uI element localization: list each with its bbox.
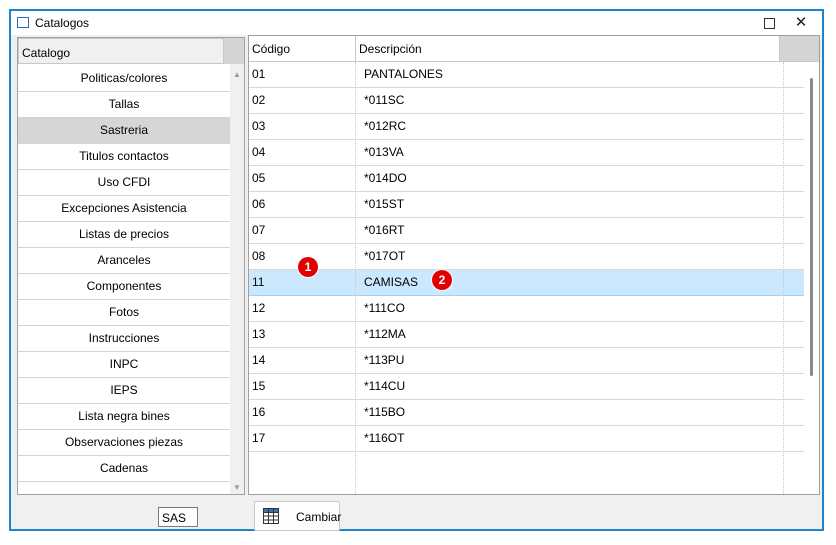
cell-codigo[interactable]: 13 [252,322,352,347]
cell-codigo[interactable]: 02 [252,88,352,113]
column-divider [783,62,784,494]
cell-descripcion[interactable]: *015ST [364,192,664,217]
window-title: Catalogos [35,16,90,30]
table-row[interactable]: 03 *012RC [249,114,804,140]
table-row[interactable]: 05 *014DO [249,166,804,192]
catalog-list-item[interactable]: Excepciones Asistencia [18,196,230,222]
table-row[interactable]: 06 *015ST [249,192,804,218]
cambiar-button-label: Cambiar [296,510,342,524]
table-row[interactable]: 17 *116OT [249,426,804,452]
catalog-list-item[interactable]: Lista negra bines [18,404,230,430]
grid-scrollbar[interactable] [804,62,819,494]
catalog-list-item[interactable]: Aranceles [18,248,230,274]
table-row[interactable]: 15 *114CU [249,374,804,400]
cell-descripcion[interactable]: *115BO [364,400,664,425]
column-divider [355,62,356,494]
scroll-up-icon[interactable]: ▲ [233,70,241,79]
catalog-list-item[interactable]: INPC [18,352,230,378]
catalog-header-filler [224,38,244,64]
cell-descripcion[interactable]: *014DO [364,166,664,191]
grid-header: Código Descripción [249,36,819,62]
close-icon: ✕ [794,14,808,31]
cell-codigo[interactable]: 14 [252,348,352,373]
grid-table-icon [263,508,279,524]
column-header-descripcion[interactable]: Descripción [356,36,780,62]
cell-codigo[interactable]: 12 [252,296,352,321]
cell-descripcion[interactable]: *012RC [364,114,664,139]
cell-codigo[interactable]: 15 [252,374,352,399]
table-row[interactable]: 08 *017OT [249,244,804,270]
catalog-list-item[interactable]: Tallas [18,92,230,118]
cell-codigo[interactable]: 04 [252,140,352,165]
catalog-list-item[interactable] [18,482,230,494]
window-icon [17,17,29,28]
table-row[interactable]: 04 *013VA [249,140,804,166]
scroll-down-icon[interactable]: ▼ [233,483,241,492]
annotation-badge-1: 1 [298,257,318,277]
catalog-list-item[interactable]: Politicas/colores [18,66,230,92]
grid-scrollbar-thumb[interactable] [810,78,813,376]
table-row[interactable]: 13 *112MA [249,322,804,348]
catalog-list-item[interactable]: Sastreria [18,118,230,144]
maximize-button[interactable] [756,13,782,33]
cell-descripcion[interactable]: *113PU [364,348,664,373]
cell-descripcion[interactable]: CAMISAS [364,270,664,295]
maximize-icon [763,18,775,29]
catalog-list-panel: Catalogo Politicas/colores Tallas Sastreri… [17,37,245,495]
table-row[interactable]: 16 *115BO [249,400,804,426]
cell-descripcion[interactable]: PANTALONES [364,62,664,87]
grid-body: 01 PANTALONES 02 *011SC 03 *012RC 04 *013VA 05 *0… [249,62,804,452]
catalog-detail-grid: Código Descripción 01 PANTALONES 02 *011SC 0… [248,35,820,495]
table-row[interactable]: 01 PANTALONES [249,62,804,88]
catalog-list: Politicas/colores Tallas Sastreria Titulos … [18,66,230,494]
column-header-filler [780,36,819,62]
cell-codigo[interactable]: 17 [252,426,352,451]
catalog-list-scrollbar[interactable]: ▲ ▼ [230,64,244,494]
cell-descripcion[interactable]: *017OT [364,244,664,269]
catalog-list-item[interactable]: IEPS [18,378,230,404]
catalog-list-item[interactable]: Observaciones piezas [18,430,230,456]
cell-descripcion[interactable]: *116OT [364,426,664,451]
table-row[interactable]: 14 *113PU [249,348,804,374]
cell-descripcion[interactable]: *013VA [364,140,664,165]
catalog-list-item[interactable]: Componentes [18,274,230,300]
catalog-list-item[interactable]: Titulos contactos [18,144,230,170]
catalog-list-item[interactable]: Listas de precios [18,222,230,248]
catalog-list-item[interactable]: Uso CFDI [18,170,230,196]
table-row[interactable]: 12 *111CO [249,296,804,322]
catalog-list-header[interactable]: Catalogo [18,38,224,64]
cell-codigo[interactable]: 07 [252,218,352,243]
close-button[interactable]: ✕ [788,13,814,33]
annotation-badge-2: 2 [432,270,452,290]
table-row[interactable]: 07 *016RT [249,218,804,244]
cell-codigo[interactable]: 05 [252,166,352,191]
catalog-list-item[interactable]: Fotos [18,300,230,326]
cell-codigo[interactable]: 03 [252,114,352,139]
cell-codigo[interactable]: 01 [252,62,352,87]
cell-descripcion[interactable]: *016RT [364,218,664,243]
table-row[interactable]: 02 *011SC [249,88,804,114]
cambiar-button[interactable]: Cambiar [254,501,342,531]
cell-descripcion[interactable]: *011SC [364,88,664,113]
cell-descripcion[interactable]: *111CO [364,296,664,321]
catalog-list-item[interactable]: Instrucciones [18,326,230,352]
title-bar: Catalogos ✕ [11,11,822,35]
catalog-code-field[interactable]: SAS [158,507,198,527]
cell-descripcion[interactable]: *114CU [364,374,664,399]
column-header-codigo[interactable]: Código [249,36,356,62]
cell-codigo[interactable]: 06 [252,192,352,217]
catalog-list-item[interactable]: Cadenas [18,456,230,482]
cell-codigo[interactable]: 16 [252,400,352,425]
catalogos-window: Catalogos ✕ Catalogo Politicas/colores Ta… [9,9,824,531]
cell-descripcion[interactable]: *112MA [364,322,664,347]
table-row[interactable]: 11 CAMISAS [249,270,804,296]
